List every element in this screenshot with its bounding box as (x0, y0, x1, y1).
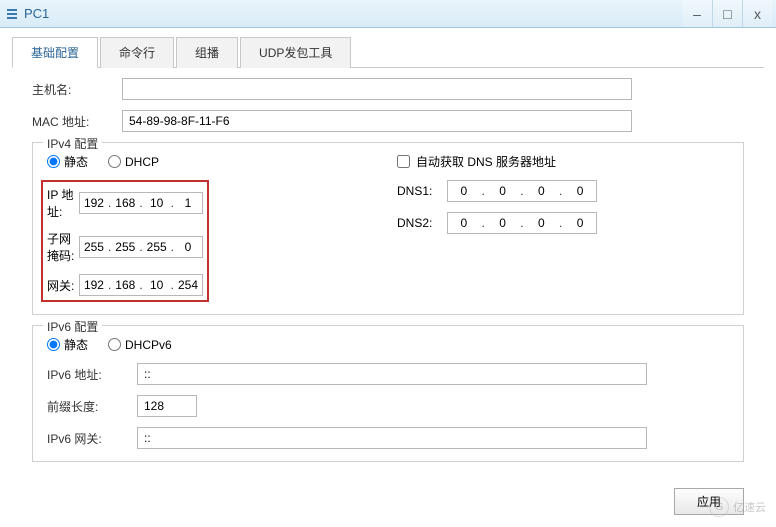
mask-o4[interactable] (174, 240, 202, 254)
label-mac: MAC 地址: (32, 113, 122, 130)
row-ipv6-gw: IPv6 网关: (47, 427, 729, 449)
ip-o1[interactable] (80, 196, 108, 210)
ip-o3[interactable] (143, 196, 171, 210)
radio-dhcp-label: DHCP (125, 155, 159, 169)
tab-basic[interactable]: 基础配置 (12, 37, 98, 68)
ipv6-legend: IPv6 配置 (43, 318, 102, 335)
radio-static-input[interactable] (47, 155, 60, 168)
label-dns1: DNS1: (397, 184, 447, 198)
auto-dns-checkbox[interactable] (397, 155, 410, 168)
row-ip: IP 地址: . . . (47, 186, 203, 220)
mask-o1[interactable] (80, 240, 108, 254)
gw-o3[interactable] (143, 278, 171, 292)
ipv6-addr-input[interactable] (137, 363, 647, 385)
dns1-o4[interactable] (566, 184, 594, 198)
gw-o4[interactable] (174, 278, 202, 292)
ipv4-fieldset: IPv4 配置 静态 DHCP (32, 142, 744, 315)
ipv6-fieldset: IPv6 配置 静态 DHCPv6 IPv6 地址: 前缀长度: (32, 325, 744, 462)
window-controls: – □ x (682, 0, 772, 27)
label-ipv6-addr: IPv6 地址: (47, 366, 137, 383)
window-body: 基础配置 命令行 组播 UDP发包工具 主机名: MAC 地址: IPv4 配置… (0, 28, 776, 527)
gw-input[interactable]: . . . (79, 274, 203, 296)
ip-o2[interactable] (111, 196, 139, 210)
ipv4-highlight-box: IP 地址: . . . 子网掩码: . (41, 180, 209, 302)
tab-udp[interactable]: UDP发包工具 (240, 37, 351, 68)
radio-v6-static-label: 静态 (64, 336, 88, 353)
tab-mcast[interactable]: 组播 (176, 37, 238, 68)
radio-dhcpv6[interactable]: DHCPv6 (108, 338, 172, 352)
window-title: PC1 (24, 6, 682, 21)
ip-input[interactable]: . . . (79, 192, 203, 214)
label-ipv6-gw: IPv6 网关: (47, 430, 137, 447)
radio-dhcp-input[interactable] (108, 155, 121, 168)
dns2-o1[interactable] (450, 216, 478, 230)
watermark-text: 亿速云 (733, 499, 766, 515)
ipv4-col-right: 自动获取 DNS 服务器地址 DNS1: . . . DNS2: (367, 153, 729, 302)
mask-input[interactable]: . . . (79, 236, 203, 258)
dns2-o4[interactable] (566, 216, 594, 230)
restore-button[interactable]: □ (712, 0, 742, 27)
row-prefix: 前缀长度: (47, 395, 729, 417)
row-auto-dns: 自动获取 DNS 服务器地址 (397, 153, 729, 170)
label-host: 主机名: (32, 81, 122, 98)
minimize-button[interactable]: – (682, 0, 712, 27)
ipv6-mode-row: 静态 DHCPv6 (47, 336, 729, 353)
label-gw: 网关: (47, 277, 79, 294)
tab-cmd[interactable]: 命令行 (100, 37, 174, 68)
watermark-icon: G (709, 497, 729, 517)
host-input[interactable] (122, 78, 632, 100)
ipv4-mode-row: 静态 DHCP (47, 153, 367, 170)
dns1-o3[interactable] (527, 184, 555, 198)
watermark: G 亿速云 (709, 497, 766, 517)
radio-dhcp[interactable]: DHCP (108, 155, 159, 169)
label-mask: 子网掩码: (47, 230, 79, 264)
row-mac: MAC 地址: (32, 110, 744, 132)
radio-dhcpv6-input[interactable] (108, 338, 121, 351)
ipv4-cols: 静态 DHCP IP 地址: . . (47, 153, 729, 302)
radio-v6-static-input[interactable] (47, 338, 60, 351)
row-host: 主机名: (32, 78, 744, 100)
close-button[interactable]: x (742, 0, 772, 27)
row-ipv6-addr: IPv6 地址: (47, 363, 729, 385)
gw-o2[interactable] (111, 278, 139, 292)
label-prefix: 前缀长度: (47, 398, 137, 415)
dns1-o1[interactable] (450, 184, 478, 198)
tabstrip: 基础配置 命令行 组播 UDP发包工具 (12, 36, 764, 68)
radio-static[interactable]: 静态 (47, 153, 88, 170)
button-row: 应用 (12, 482, 764, 515)
app-icon (4, 6, 20, 22)
row-gw: 网关: . . . (47, 274, 203, 296)
row-dns2: DNS2: . . . (397, 212, 729, 234)
prefix-input[interactable] (137, 395, 197, 417)
row-dns1: DNS1: . . . (397, 180, 729, 202)
titlebar: PC1 – □ x (0, 0, 776, 28)
mask-o2[interactable] (111, 240, 139, 254)
ipv4-legend: IPv4 配置 (43, 135, 102, 152)
gw-o1[interactable] (80, 278, 108, 292)
ipv6-gw-input[interactable] (137, 427, 647, 449)
ipv4-col-left: 静态 DHCP IP 地址: . . (47, 153, 367, 302)
row-mask: 子网掩码: . . . (47, 230, 203, 264)
mask-o3[interactable] (143, 240, 171, 254)
label-ip: IP 地址: (47, 186, 79, 220)
radio-v6-static[interactable]: 静态 (47, 336, 88, 353)
dns2-o2[interactable] (489, 216, 517, 230)
dns1-input[interactable]: . . . (447, 180, 597, 202)
dns2-input[interactable]: . . . (447, 212, 597, 234)
radio-dhcpv6-label: DHCPv6 (125, 338, 172, 352)
form-area: 主机名: MAC 地址: IPv4 配置 静态 (12, 68, 764, 482)
mac-input[interactable] (122, 110, 632, 132)
dns1-o2[interactable] (489, 184, 517, 198)
radio-static-label: 静态 (64, 153, 88, 170)
label-dns2: DNS2: (397, 216, 447, 230)
label-auto-dns: 自动获取 DNS 服务器地址 (416, 153, 556, 170)
dns2-o3[interactable] (527, 216, 555, 230)
ip-o4[interactable] (174, 196, 202, 210)
